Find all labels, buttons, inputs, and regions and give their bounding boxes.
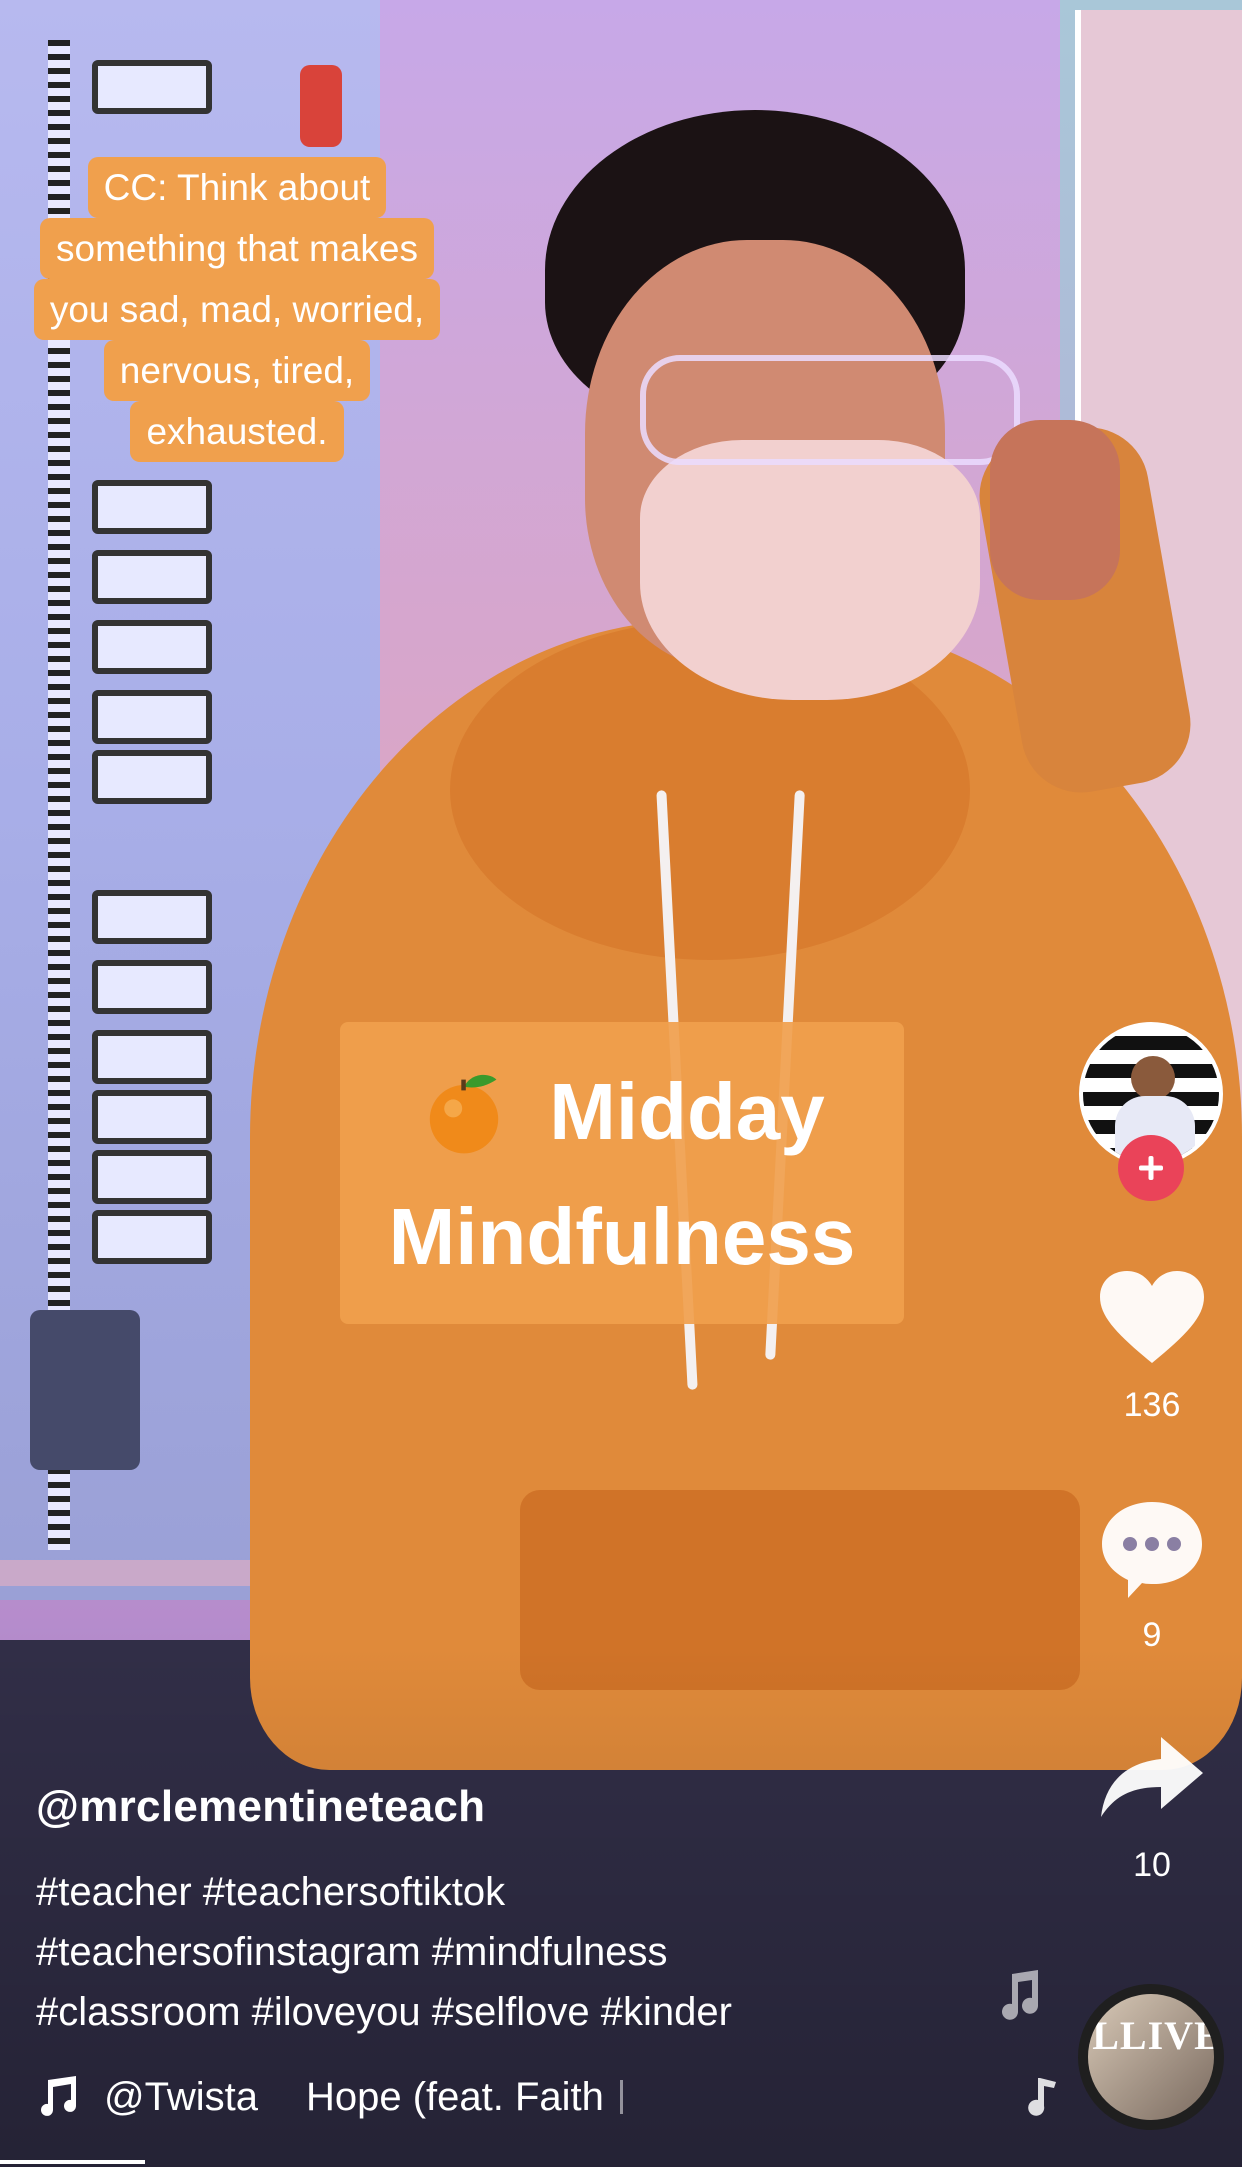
avatar-head: [1131, 1056, 1175, 1100]
music-track: Hope (feat. Faith: [305, 2074, 604, 2119]
music-artist: @Twista: [104, 2074, 258, 2119]
comment-button[interactable]: [1096, 1494, 1208, 1606]
creator-username[interactable]: @mrclementineteach: [36, 1782, 485, 1832]
like-button[interactable]: [1096, 1262, 1208, 1374]
schedule-card: [92, 1030, 212, 1084]
wall-eraser: [30, 1310, 140, 1470]
person-hand: [990, 420, 1120, 600]
title-line-2: Mindfulness: [388, 1192, 856, 1281]
comment-bubble-icon: [1102, 1502, 1202, 1598]
title-overlay: Midday Mindfulness: [340, 1022, 904, 1324]
schedule-card: [92, 750, 212, 804]
schedule-card: [92, 480, 212, 534]
wall-sticker: [300, 65, 342, 147]
music-note-icon: [41, 2076, 76, 2116]
post-caption[interactable]: #teacher #teachersoftiktok #teachersofin…: [36, 1862, 976, 2042]
video-player[interactable]: CC: Think about something that makes you…: [0, 0, 1242, 2167]
title-text: Midday: [549, 1067, 825, 1156]
album-title: LLIVE: [1092, 2013, 1222, 2058]
schedule-card: [92, 1210, 212, 1264]
hashtag-line[interactable]: #classroom #iloveyou #selflove #kinder: [36, 1982, 976, 2042]
caption-line: exhausted.: [130, 401, 344, 462]
music-ticker[interactable]: @Twista Hope (feat. Faith: [36, 2070, 623, 2124]
schedule-card: [92, 890, 212, 944]
eyeglasses: [640, 355, 1020, 465]
plus-icon: [1139, 1156, 1163, 1180]
orange-icon: [430, 1074, 499, 1154]
comment-count: 9: [1142, 1616, 1162, 1654]
caption-line: something that makes: [40, 218, 434, 279]
schedule-card: [92, 550, 212, 604]
hashtag-line[interactable]: #teacher #teachersoftiktok: [36, 1862, 976, 1922]
title-line-1: Midday: [340, 1062, 904, 1163]
share-count: 10: [1133, 1846, 1171, 1884]
closed-caption-overlay: CC: Think about something that makes you…: [14, 157, 460, 462]
caption-line: you sad, mad, worried,: [33, 279, 441, 340]
schedule-card: [92, 620, 212, 674]
like-count: 136: [1123, 1386, 1181, 1424]
music-disc[interactable]: LLIVE: [1078, 1984, 1224, 2130]
face-mask: [640, 440, 980, 700]
floating-note-icon: [1028, 2078, 1056, 2116]
floating-note-icon: [1002, 1970, 1038, 2020]
schedule-card: [92, 60, 212, 114]
caption-line: nervous, tired,: [103, 340, 371, 401]
schedule-card: [92, 1090, 212, 1144]
video-progress-bar[interactable]: [0, 2160, 145, 2164]
schedule-card: [92, 690, 212, 744]
schedule-card: [92, 1150, 212, 1204]
schedule-card: [92, 960, 212, 1014]
share-arrow-icon: [1101, 1737, 1203, 1817]
follow-button[interactable]: [1118, 1135, 1184, 1201]
share-button[interactable]: [1096, 1722, 1208, 1834]
hashtag-line[interactable]: #teachersofinstagram #mindfulness: [36, 1922, 976, 1982]
caption-line: CC: Think about: [87, 157, 387, 218]
ticker-fade: [619, 2080, 623, 2114]
heart-icon: [1100, 1271, 1204, 1363]
